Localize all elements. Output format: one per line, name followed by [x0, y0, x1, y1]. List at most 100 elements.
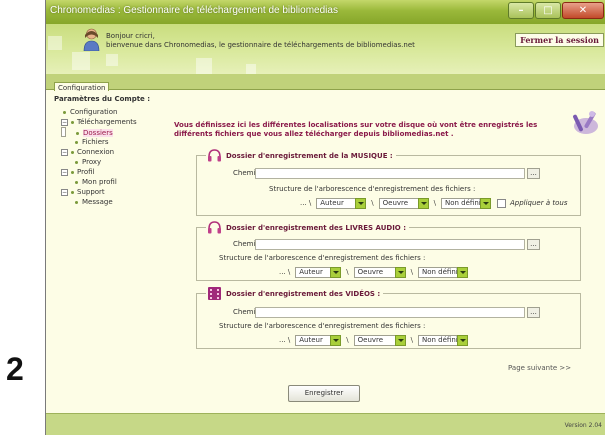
- greeting-line2: bienvenue dans Chronomedias, le gestionn…: [106, 41, 415, 49]
- tree-item-label: Message: [82, 198, 113, 206]
- path-prefix: ... \: [279, 268, 291, 276]
- tree-item-label: Connexion: [77, 148, 115, 156]
- bullet-icon: [75, 181, 78, 184]
- audiobooks-browse-button[interactable]: ...: [527, 239, 540, 250]
- videos-path-input[interactable]: [255, 307, 525, 318]
- music-group-title: Dossier d'enregistrement de la MUSIQUE :: [226, 151, 393, 160]
- apply-all-checkbox[interactable]: [496, 198, 506, 208]
- decorative-square: [72, 52, 90, 70]
- audiobooks-path-input[interactable]: [255, 239, 525, 250]
- tree-item-dossiers[interactable]: Dossiers: [61, 127, 113, 137]
- bullet-icon: [71, 151, 74, 154]
- headphones-icon: [208, 149, 221, 162]
- tree-item-label: Dossiers: [83, 129, 113, 137]
- minimize-button[interactable]: –: [508, 2, 534, 19]
- tree-item-label: Fichiers: [82, 138, 109, 146]
- music-level3-select[interactable]: Non défini: [440, 197, 491, 209]
- music-path-input[interactable]: [255, 168, 525, 179]
- tree-item-label: Profil: [77, 168, 95, 176]
- path-prefix: ... \: [279, 336, 291, 344]
- bullet-icon: [71, 121, 74, 124]
- audiobooks-level3-select[interactable]: Non défini: [417, 266, 468, 278]
- collapse-icon[interactable]: −: [61, 119, 68, 126]
- tree-item-profil[interactable]: − Profil: [61, 167, 94, 177]
- app-window: Chronomedias : Gestionnaire de télécharg…: [45, 0, 605, 435]
- audiobooks-level1-select[interactable]: Auteur: [295, 266, 342, 278]
- bullet-icon: [71, 171, 74, 174]
- decorative-square: [48, 36, 62, 50]
- collapse-icon[interactable]: −: [61, 189, 68, 196]
- select-value: Non défini: [421, 335, 458, 344]
- dropdown-arrow-icon[interactable]: [355, 197, 367, 209]
- structure-label: Structure de l'arborescence d'enregistre…: [269, 185, 476, 193]
- bullet-icon: [76, 132, 79, 135]
- next-page-link[interactable]: Page suivante >>: [508, 364, 571, 372]
- path-separator: \: [410, 268, 413, 276]
- film-icon: [208, 287, 221, 300]
- logout-button[interactable]: Fermer la session: [515, 33, 604, 47]
- path-separator: \: [346, 268, 349, 276]
- tree-item-label: Mon profil: [82, 178, 117, 186]
- tree-item-label: Configuration: [70, 108, 118, 116]
- maximize-button[interactable]: □: [535, 2, 561, 19]
- user-avatar-icon: [83, 28, 100, 51]
- videos-structure-row: ... \ Auteur \ Oeuvre \ Non défini: [279, 334, 468, 346]
- tree-item-label: Proxy: [82, 158, 102, 166]
- select-value: Oeuvre: [357, 267, 384, 276]
- tree-item-fichiers[interactable]: Fichiers: [61, 137, 109, 147]
- collapse-icon[interactable]: −: [61, 149, 68, 156]
- title-bar[interactable]: Chronomedias : Gestionnaire de télécharg…: [46, 0, 605, 24]
- select-value: Auteur: [299, 335, 323, 344]
- tree-item-mon-profil[interactable]: Mon profil: [61, 177, 117, 187]
- tab-bar: Configuration: [46, 74, 605, 94]
- header-banner: Bonjour cricri, bienvenue dans Chronomed…: [46, 24, 605, 74]
- settings-tree: Configuration − Téléchargements Dossiers…: [61, 107, 137, 207]
- videos-level1-select[interactable]: Auteur: [295, 334, 342, 346]
- music-level1-select[interactable]: Auteur: [316, 197, 367, 209]
- dropdown-arrow-icon[interactable]: [456, 334, 468, 346]
- bullet-icon: [71, 191, 74, 194]
- dropdown-arrow-icon[interactable]: [456, 266, 468, 278]
- decorative-square: [106, 54, 118, 66]
- videos-level2-select[interactable]: Oeuvre: [353, 334, 406, 346]
- tree-item-label: Support: [77, 188, 105, 196]
- collapse-icon[interactable]: −: [61, 169, 68, 176]
- close-button[interactable]: ✕: [562, 2, 604, 19]
- step-number: 2: [6, 351, 24, 387]
- greeting: Bonjour cricri, bienvenue dans Chronomed…: [106, 32, 415, 50]
- tree-item-message[interactable]: Message: [61, 197, 113, 207]
- select-value: Oeuvre: [357, 335, 384, 344]
- select-value: Auteur: [299, 267, 323, 276]
- videos-browse-button[interactable]: ...: [527, 307, 540, 318]
- dropdown-arrow-icon[interactable]: [394, 266, 406, 278]
- bullet-icon: [75, 141, 78, 144]
- bullet-icon: [75, 201, 78, 204]
- dropdown-arrow-icon[interactable]: [479, 197, 491, 209]
- select-value: Non défini: [444, 198, 481, 207]
- tree-item-connexion[interactable]: − Connexion: [61, 147, 114, 157]
- tree-item-configuration[interactable]: Configuration: [61, 107, 117, 117]
- dropdown-arrow-icon[interactable]: [330, 334, 342, 346]
- audiobooks-level2-select[interactable]: Oeuvre: [353, 266, 406, 278]
- decorative-square: [196, 58, 212, 74]
- dropdown-arrow-icon[interactable]: [394, 334, 406, 346]
- videos-level3-select[interactable]: Non défini: [417, 334, 468, 346]
- select-value: Non défini: [421, 267, 458, 276]
- music-structure-row: ... \ Auteur \ Oeuvre \ Non défini Appli…: [300, 197, 567, 209]
- music-browse-button[interactable]: ...: [527, 168, 540, 179]
- headphones-icon: [208, 221, 221, 234]
- intro-text: Vous définissez ici les différentes loca…: [174, 121, 538, 138]
- save-button[interactable]: Enregistrer: [288, 385, 360, 402]
- dropdown-arrow-icon[interactable]: [330, 266, 342, 278]
- tools-icon: [573, 111, 598, 134]
- audiobooks-structure-row: ... \ Auteur \ Oeuvre \ Non défini: [279, 266, 468, 278]
- tree-item-proxy[interactable]: Proxy: [61, 157, 101, 167]
- window-controls: – □ ✕: [507, 2, 604, 19]
- music-level2-select[interactable]: Oeuvre: [378, 197, 429, 209]
- main-content: Paramètres du Compte : Configuration − T…: [46, 91, 605, 435]
- videos-group-title: Dossier d'enregistrement des VIDÉOS :: [226, 289, 381, 298]
- tree-item-telechargements[interactable]: − Téléchargements: [61, 117, 137, 127]
- tree-item-support[interactable]: − Support: [61, 187, 105, 197]
- dropdown-arrow-icon[interactable]: [417, 197, 429, 209]
- structure-label: Structure de l'arborescence d'enregistre…: [219, 254, 426, 262]
